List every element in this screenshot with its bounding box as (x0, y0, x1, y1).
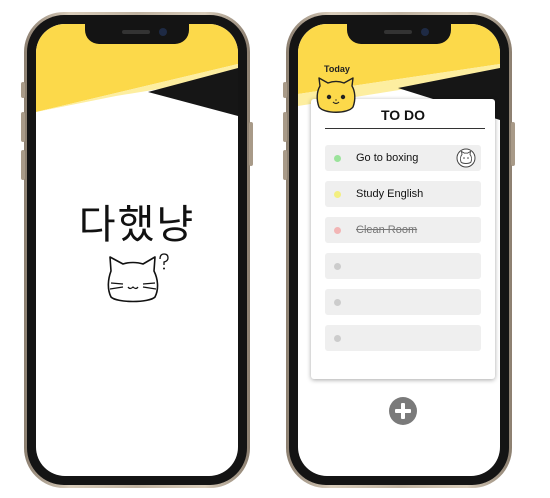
splash-screen: 다했냥 (36, 24, 238, 476)
phone-frame-todo: Today TO DO Go to boxing Study English C… (283, 12, 515, 488)
add-task-button[interactable] (389, 397, 417, 425)
cat-question-icon (107, 253, 169, 303)
status-dot (334, 191, 341, 198)
task-label: Go to boxing (356, 152, 419, 164)
status-dot (334, 335, 341, 342)
status-dot (334, 299, 341, 306)
task-label: Clean Room (356, 224, 418, 236)
task-item-empty[interactable] (325, 289, 481, 315)
task-item[interactable]: Go to boxing (325, 145, 481, 171)
task-item[interactable]: Clean Room (325, 217, 481, 243)
phone-frame-splash: 다했냥 (21, 12, 253, 488)
task-item[interactable]: Study English (325, 181, 481, 207)
task-label: Study English (356, 188, 424, 200)
notch (347, 24, 451, 44)
status-dot (334, 263, 341, 270)
task-item-empty[interactable] (325, 253, 481, 279)
notch (85, 24, 189, 44)
todo-screen: Today TO DO Go to boxing Study English C… (298, 24, 500, 476)
cat-mascot-icon (316, 77, 356, 113)
task-item-empty[interactable] (325, 325, 481, 351)
today-label: Today (324, 64, 350, 74)
cat-badge-icon[interactable] (456, 148, 476, 168)
todo-card: TO DO Go to boxing Study English Clean R… (311, 99, 495, 379)
status-dot (334, 227, 341, 234)
divider (325, 128, 485, 129)
app-title: 다했냥 (78, 202, 196, 248)
status-dot (334, 155, 341, 162)
